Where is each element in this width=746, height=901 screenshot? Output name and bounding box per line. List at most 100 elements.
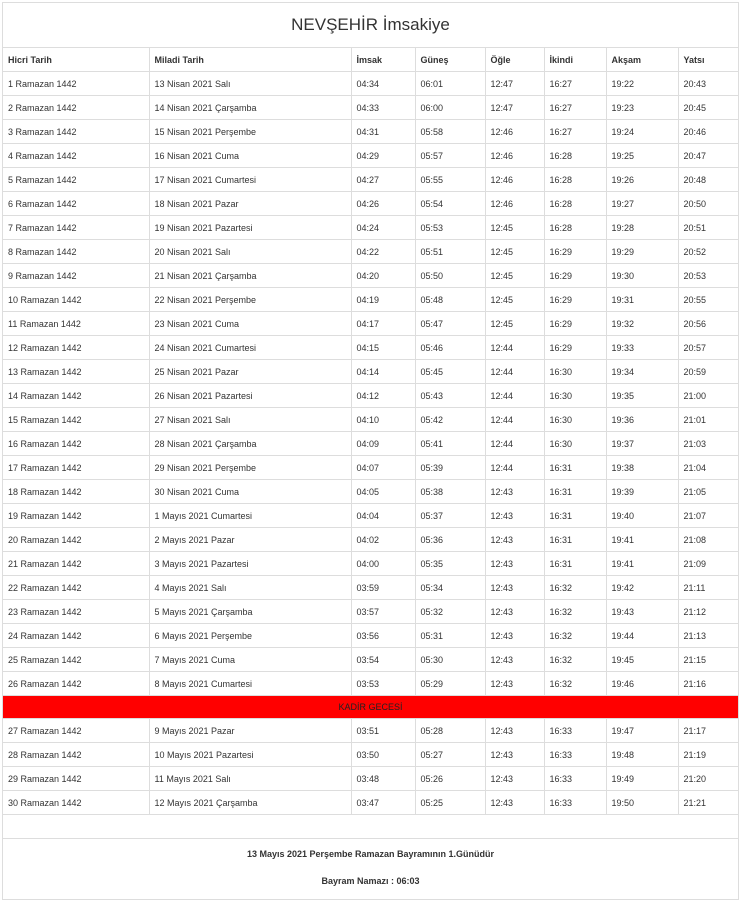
table-cell: 20:55 [678, 287, 738, 312]
table-cell: 19:42 [606, 575, 679, 600]
table-cell: 05:27 [415, 742, 486, 767]
table-cell: 19:50 [606, 790, 679, 815]
table-cell: 12:43 [485, 527, 545, 552]
table-cell: 21:08 [678, 527, 738, 552]
table-cell: 12:46 [485, 143, 545, 168]
table-cell: 19:22 [606, 71, 679, 96]
table-cell: 21:04 [678, 455, 738, 480]
table-row: 1 Ramazan 1442 13 Nisan 2021 Salı 04:34 06:… [3, 71, 738, 96]
table-cell: 19:44 [606, 623, 679, 648]
table-cell: 21:07 [678, 503, 738, 528]
table-cell: 20:47 [678, 143, 738, 168]
table-cell: 21 Nisan 2021 Çarşamba [149, 263, 352, 288]
column-header-hicri: Hicri Tarih [3, 48, 150, 72]
table-cell: 26 Ramazan 1442 [3, 671, 150, 696]
table-cell: 12:43 [485, 742, 545, 767]
table-cell: 20 Ramazan 1442 [3, 527, 150, 552]
table-cell: 18 Ramazan 1442 [3, 479, 150, 504]
table-cell: 05:34 [415, 575, 486, 600]
table-cell: 14 Nisan 2021 Çarşamba [149, 95, 352, 120]
table-cell: 19:27 [606, 191, 679, 216]
table-cell: 04:27 [351, 167, 416, 192]
table-cell: 04:29 [351, 143, 416, 168]
table-cell: 20:53 [678, 263, 738, 288]
table-cell: 20:46 [678, 119, 738, 144]
table-cell: 05:39 [415, 455, 486, 480]
table-cell: 16 Ramazan 1442 [3, 431, 150, 456]
table-cell: 04:10 [351, 407, 416, 432]
table-row: 20 Ramazan 1442 2 Mayıs 2021 Pazar 04:02 05… [3, 527, 738, 552]
table-cell: 12:47 [485, 95, 545, 120]
kadir-section: KADİR GECESİ [3, 695, 738, 719]
table-cell: 11 Mayıs 2021 Salı [149, 766, 352, 791]
table-cell: 05:31 [415, 623, 486, 648]
table-row: 16 Ramazan 1442 28 Nisan 2021 Çarşamba 04:… [3, 431, 738, 456]
table-cell: 16:27 [544, 71, 607, 96]
table-cell: 12:43 [485, 575, 545, 600]
table-row: 25 Ramazan 1442 7 Mayıs 2021 Cuma 03:54 05:… [3, 647, 738, 672]
table-cell: 21:12 [678, 599, 738, 624]
table-cell: 6 Ramazan 1442 [3, 191, 150, 216]
table-cell: 04:34 [351, 71, 416, 96]
table-cell: 29 Ramazan 1442 [3, 766, 150, 791]
kadir-gecesi-row: KADİR GECESİ [3, 695, 738, 719]
column-header-ikindi: İkindi [544, 48, 607, 72]
table-row: 30 Ramazan 1442 12 Mayıs 2021 Çarşamba 03:… [3, 790, 738, 815]
table-cell: 21:16 [678, 671, 738, 696]
table-cell: 23 Ramazan 1442 [3, 599, 150, 624]
table-cell: 05:36 [415, 527, 486, 552]
page-title: NEVŞEHİR İmsakiye [3, 3, 738, 48]
table-cell: 16:32 [544, 623, 607, 648]
table-cell: 12:43 [485, 599, 545, 624]
table-cell: 04:02 [351, 527, 416, 552]
table-cell: 12:45 [485, 287, 545, 312]
table-cell: 16:28 [544, 215, 607, 240]
table-row: 12 Ramazan 1442 24 Nisan 2021 Cumartesi 04… [3, 335, 738, 360]
table-cell: 16:27 [544, 95, 607, 120]
table-cell: 19:25 [606, 143, 679, 168]
table-cell: 16:33 [544, 790, 607, 815]
table-cell: 03:50 [351, 742, 416, 767]
column-header-miladi: Miladi Tarih [149, 48, 352, 72]
table-cell: 15 Nisan 2021 Perşembe [149, 119, 352, 144]
table-cell: 19:36 [606, 407, 679, 432]
table-cell: 19:24 [606, 119, 679, 144]
table-cell: 03:48 [351, 766, 416, 791]
table-cell: 7 Mayıs 2021 Cuma [149, 647, 352, 672]
table-cell: 04:15 [351, 335, 416, 360]
table-cell: 15 Ramazan 1442 [3, 407, 150, 432]
table-cell: 05:46 [415, 335, 486, 360]
table-cell: 19:29 [606, 239, 679, 264]
table-cell: 9 Mayıs 2021 Pazar [149, 718, 352, 743]
table-cell: 16:31 [544, 551, 607, 576]
table-cell: 05:37 [415, 503, 486, 528]
table-cell: 19:30 [606, 263, 679, 288]
table-cell: 20:43 [678, 71, 738, 96]
table-row: 13 Ramazan 1442 25 Nisan 2021 Pazar 04:14 0… [3, 359, 738, 384]
table-cell: 18 Nisan 2021 Pazar [149, 191, 352, 216]
table-cell: 28 Nisan 2021 Çarşamba [149, 431, 352, 456]
table-cell: 05:57 [415, 143, 486, 168]
table-cell: 03:51 [351, 718, 416, 743]
table-cell: 04:07 [351, 455, 416, 480]
table-cell: 9 Ramazan 1442 [3, 263, 150, 288]
table-cell: 19:47 [606, 718, 679, 743]
table-cell: 05:51 [415, 239, 486, 264]
footer: 13 Mayıs 2021 Perşembe Ramazan Bayramını… [3, 842, 738, 893]
table-cell: 7 Ramazan 1442 [3, 215, 150, 240]
table-cell: 10 Ramazan 1442 [3, 287, 150, 312]
table-cell: 16:33 [544, 718, 607, 743]
table-cell: 12:43 [485, 718, 545, 743]
table-cell: 19 Ramazan 1442 [3, 503, 150, 528]
table-cell: 19:40 [606, 503, 679, 528]
table-row: 24 Ramazan 1442 6 Mayıs 2021 Perşembe 03:5… [3, 623, 738, 648]
table-cell: 12:45 [485, 215, 545, 240]
table-cell: 19:32 [606, 311, 679, 336]
table-cell: 16:31 [544, 503, 607, 528]
table-cell: 05:29 [415, 671, 486, 696]
column-header-gunes: Güneş [415, 48, 486, 72]
table-cell: 1 Ramazan 1442 [3, 71, 150, 96]
table-row: 5 Ramazan 1442 17 Nisan 2021 Cumartesi 04:… [3, 167, 738, 192]
table-cell: 05:55 [415, 167, 486, 192]
table-cell: 16:28 [544, 167, 607, 192]
